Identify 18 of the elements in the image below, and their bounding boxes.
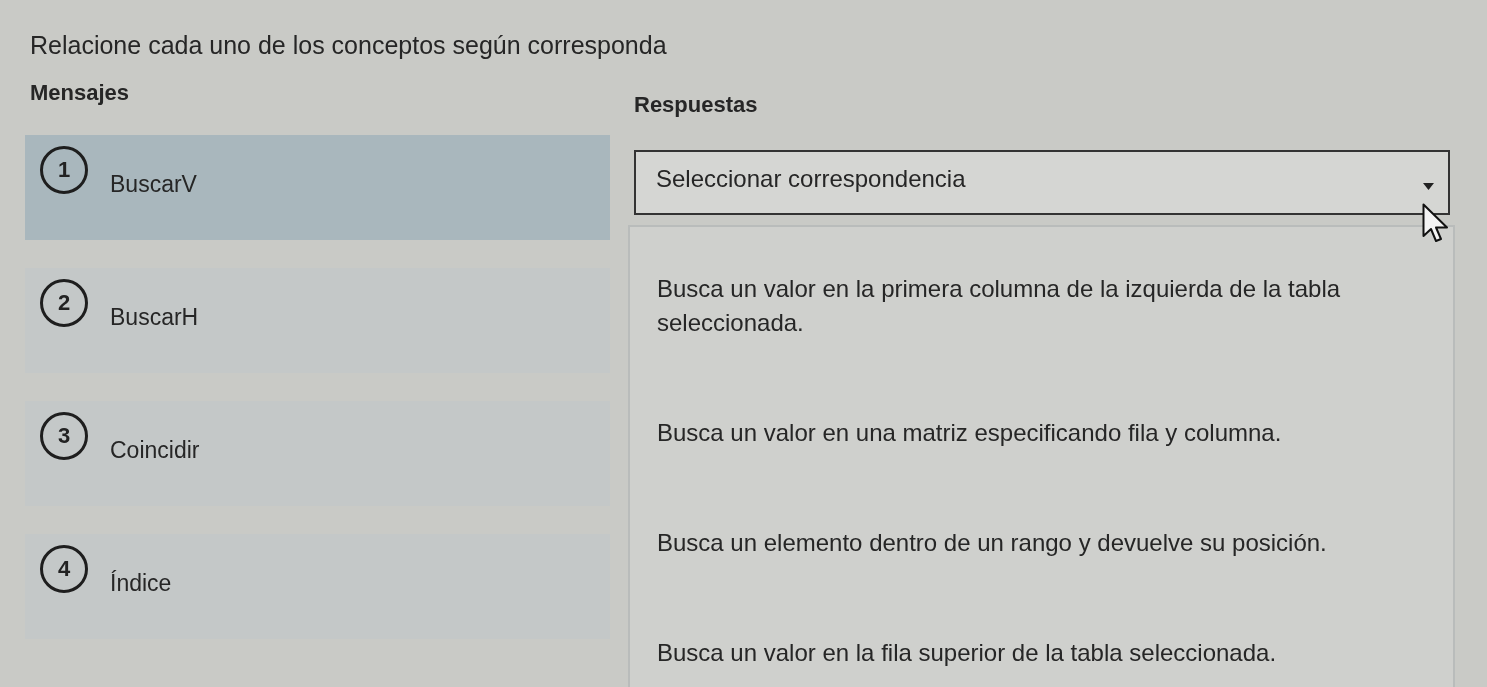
number-marker: 3 bbox=[40, 412, 88, 460]
concept-label: BuscarH bbox=[110, 304, 199, 330]
question-prompt: Relacione cada uno de los conceptos según corresponda bbox=[30, 30, 667, 60]
number-marker: 2 bbox=[40, 279, 88, 327]
dropdown-option[interactable]: Busca un valor en la fila superior de la tabla seleccionada. bbox=[630, 628, 1304, 678]
concept-label: Coincidir bbox=[110, 437, 200, 463]
column-heading: Mensajes bbox=[30, 80, 130, 106]
concept-label: BuscarV bbox=[110, 171, 197, 197]
dropdown-option[interactable]: Busca un elemento dentro de un rango y devuelve su posición. bbox=[630, 518, 1354, 568]
caret-icon bbox=[1423, 183, 1434, 190]
dropdown-option[interactable]: Busca un valor en la primera columna de la izquierda de la tabla seleccionada. bbox=[630, 264, 1444, 348]
number-marker: 4 bbox=[40, 545, 88, 593]
dropdown-option[interactable]: Busca un valor en una matriz especificando fila y columna. bbox=[630, 408, 1309, 458]
cursor-icon bbox=[1422, 203, 1450, 243]
column-heading: Respuestas bbox=[634, 92, 758, 118]
match-dropdown[interactable]: Seleccionar correspondencia bbox=[634, 150, 1450, 215]
concept-label: Índice bbox=[110, 570, 172, 596]
number-marker: 1 bbox=[40, 146, 88, 194]
